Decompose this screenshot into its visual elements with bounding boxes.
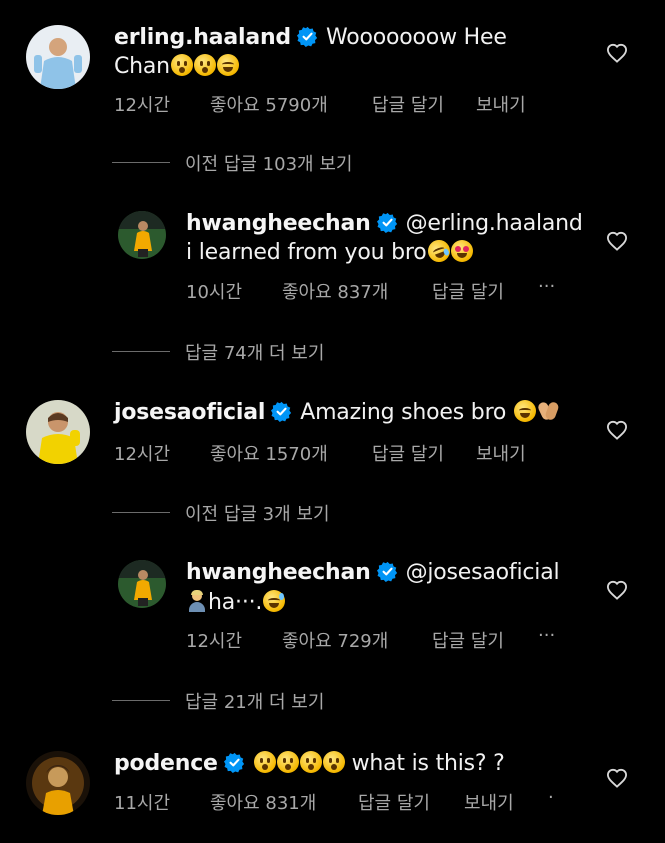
send-button[interactable]: 보내기 xyxy=(464,789,514,815)
avatar[interactable] xyxy=(26,751,90,815)
comment-meta: 12시간 좋아요 5790개 답글 달기 보내기 xyxy=(114,91,574,116)
username[interactable]: hwangheechan xyxy=(186,560,371,585)
heart-eyes-emoji-icon xyxy=(450,240,473,262)
avatar[interactable] xyxy=(118,211,166,259)
heart-outline-icon[interactable] xyxy=(606,420,628,440)
reply-meta: 12시간 좋아요 729개 답글 달기 ··· xyxy=(186,625,586,652)
thread-divider xyxy=(112,512,170,513)
grinning-sweat-emoji-icon xyxy=(263,590,286,612)
mention-link[interactable]: @erling.haaland xyxy=(406,211,583,236)
view-previous-replies[interactable]: 이전 답글 103개 보기 xyxy=(112,150,412,176)
comment-meta: 12시간 좋아요 1570개 답글 달기 보내기 xyxy=(114,440,574,465)
timestamp: 12시간 xyxy=(186,631,243,652)
reply-text: hwangheechan @erling.haaland xyxy=(186,209,583,238)
comment-body: Wooooooow Hee xyxy=(325,25,507,50)
likes-count[interactable]: 좋아요 5790개 xyxy=(210,91,328,117)
username[interactable]: hwangheechan xyxy=(186,211,371,236)
comment-meta: 11시간 좋아요 831개 답글 달기 보내기 · xyxy=(114,787,574,814)
mention-link[interactable]: @josesaoficial xyxy=(406,560,560,585)
more-options-button[interactable]: · xyxy=(548,787,554,808)
avatar[interactable] xyxy=(26,400,90,464)
reply-button[interactable]: 답글 달기 xyxy=(432,627,504,653)
person-shrugging-emoji-icon xyxy=(186,590,208,612)
thread-divider xyxy=(112,351,170,352)
timestamp: 12시간 xyxy=(114,444,171,465)
likes-count[interactable]: 좋아요 831개 xyxy=(210,789,316,815)
reply-button[interactable]: 답글 달기 xyxy=(372,91,444,117)
comment-text: podence what is this? ? xyxy=(114,749,505,778)
comment-text: erling.haaland Wooooooow Hee xyxy=(114,23,507,52)
hushed-emoji-icon xyxy=(276,751,299,773)
view-more-replies-label[interactable]: 답글 21개 더 보기 xyxy=(185,688,324,714)
view-previous-replies[interactable]: 이전 답글 3개 보기 xyxy=(112,500,412,526)
more-options-button[interactable]: ··· xyxy=(538,276,555,297)
verified-badge-icon xyxy=(376,560,406,585)
heart-outline-icon[interactable] xyxy=(606,768,628,788)
view-previous-replies-label[interactable]: 이전 답글 103개 보기 xyxy=(185,150,352,176)
likes-count[interactable]: 좋아요 729개 xyxy=(282,627,388,653)
view-more-replies[interactable]: 답글 74개 더 보기 xyxy=(112,339,412,365)
reply-button[interactable]: 답글 달기 xyxy=(372,440,444,466)
heart-outline-icon[interactable] xyxy=(606,43,628,63)
likes-count[interactable]: 좋아요 837개 xyxy=(282,278,388,304)
reply-text-continued: i learned from you bro xyxy=(186,236,473,267)
rofl-emoji-icon xyxy=(424,236,453,266)
comment-body: Chan xyxy=(114,54,170,79)
more-options-button[interactable]: ··· xyxy=(538,625,555,646)
username[interactable]: erling.haaland xyxy=(114,25,291,50)
grinning-squinting-emoji-icon xyxy=(216,54,239,76)
likes-count[interactable]: 좋아요 1570개 xyxy=(210,440,328,466)
reply-button[interactable]: 답글 달기 xyxy=(358,789,430,815)
view-previous-replies-label[interactable]: 이전 답글 3개 보기 xyxy=(185,500,330,526)
heart-outline-icon[interactable] xyxy=(606,231,628,251)
avatar[interactable] xyxy=(26,25,90,89)
send-button[interactable]: 보내기 xyxy=(476,440,526,466)
heart-outline-icon[interactable] xyxy=(606,580,628,600)
comment-text: josesaoficial Amazing shoes bro xyxy=(114,398,560,427)
view-more-replies-label[interactable]: 답글 74개 더 보기 xyxy=(185,339,324,365)
comment-body: what is this? ? xyxy=(351,751,505,776)
reply-button[interactable]: 답글 달기 xyxy=(432,278,504,304)
verified-badge-icon xyxy=(296,25,326,50)
view-more-replies[interactable]: 답글 21개 더 보기 xyxy=(112,688,412,714)
comment-body: i learned from you bro xyxy=(186,240,427,265)
username[interactable]: podence xyxy=(114,751,218,776)
reply-text: hwangheechan @josesaoficial xyxy=(186,558,560,587)
verified-badge-icon xyxy=(271,400,300,425)
thread-divider xyxy=(112,700,170,701)
thread-divider xyxy=(112,162,170,163)
hushed-emoji-icon xyxy=(322,751,345,773)
username[interactable]: josesaoficial xyxy=(114,400,265,425)
grinning-squinting-emoji-icon xyxy=(513,400,536,422)
reply-meta: 10시간 좋아요 837개 답글 달기 ··· xyxy=(186,276,586,303)
verified-badge-icon xyxy=(223,751,253,776)
clapping-hands-emoji-icon xyxy=(536,400,560,422)
comment-body: ha···. xyxy=(208,590,263,615)
comments-list: erling.haaland Wooooooow Hee Chan 12시간 좋아… xyxy=(0,0,665,843)
avatar[interactable] xyxy=(118,560,166,608)
comment-text-continued: Chan xyxy=(114,52,239,81)
sleepy-emoji-icon xyxy=(170,54,193,76)
timestamp: 11시간 xyxy=(114,793,171,814)
send-button[interactable]: 보내기 xyxy=(476,91,526,117)
verified-badge-icon xyxy=(376,211,406,236)
timestamp: 12시간 xyxy=(114,95,171,116)
timestamp: 10시간 xyxy=(186,282,243,303)
sleepy-emoji-icon xyxy=(193,54,216,76)
reply-text-continued: ha···. xyxy=(186,588,286,617)
hushed-emoji-icon xyxy=(299,751,322,773)
comment-body: Amazing shoes bro xyxy=(300,400,507,425)
hushed-emoji-icon xyxy=(253,751,276,773)
